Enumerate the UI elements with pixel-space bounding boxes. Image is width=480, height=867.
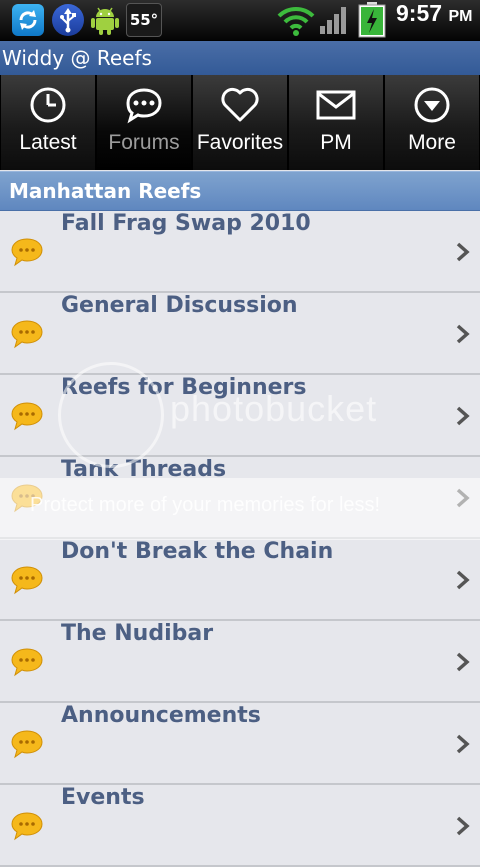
tab-more[interactable]: More (385, 75, 479, 170)
tab-bar: Latest Forums Favorites PM More (0, 75, 480, 170)
watermark-logo: photobucket (170, 388, 378, 429)
status-bar: 55° 7 9:57 PM (0, 0, 480, 41)
chevron-right-icon (456, 816, 470, 836)
chevron-right-icon (456, 242, 470, 262)
watermark-tagline: Protect more of your memories for less! (30, 494, 381, 516)
usb-icon (52, 4, 84, 36)
forum-title: General Discussion (61, 293, 298, 318)
heart-icon (221, 87, 259, 122)
clock-time: 9:57 (396, 0, 443, 26)
tab-latest[interactable]: Latest (1, 75, 95, 170)
chevron-right-icon (456, 734, 470, 754)
section-header: Manhattan Reefs (0, 171, 480, 211)
sync-icon (12, 4, 44, 36)
speech-bubble-icon (11, 238, 43, 267)
list-item[interactable]: Don't Break the Chain (0, 539, 480, 621)
speech-bubble-icon (11, 648, 43, 677)
tab-label: Latest (19, 131, 77, 154)
clock-icon (30, 87, 66, 123)
tab-favorites[interactable]: Favorites (193, 75, 287, 170)
tab-label: Forums (108, 131, 180, 154)
chevron-right-icon (456, 406, 470, 426)
clock: 9:57 PM (396, 0, 472, 40)
clock-ampm: PM (448, 8, 473, 25)
speech-bubble-icon (11, 566, 43, 595)
envelope-icon (316, 90, 356, 120)
tab-label: PM (320, 131, 352, 154)
title-bar: Widdy @ Reefs (0, 41, 480, 75)
temperature-text: 55° (129, 11, 159, 29)
app-title: Widdy @ Reefs (2, 46, 152, 70)
speech-bubble-icon (11, 402, 43, 431)
list-item[interactable]: Events (0, 785, 480, 867)
chevron-right-icon (456, 324, 470, 344)
list-item[interactable]: General Discussion (0, 293, 480, 375)
list-item[interactable]: Announcements (0, 703, 480, 785)
android-icon (88, 4, 122, 36)
signal-icon (318, 4, 350, 36)
tab-pm[interactable]: PM (289, 75, 383, 170)
wifi-icon (276, 4, 316, 38)
list-item[interactable]: The Nudibar (0, 621, 480, 703)
chat-bubble-icon (126, 88, 162, 124)
battery-icon: 7 (356, 2, 388, 38)
speech-bubble-icon (11, 812, 43, 841)
weather-icon: 55° (126, 3, 162, 37)
watermark-circle (58, 362, 164, 468)
more-arrow-icon (414, 87, 450, 123)
speech-bubble-icon (11, 320, 43, 349)
list-item[interactable]: Fall Frag Swap 2010 (0, 211, 480, 293)
forum-title: Events (61, 785, 145, 810)
forum-title: The Nudibar (61, 621, 214, 646)
chevron-right-icon (456, 652, 470, 672)
speech-bubble-icon (11, 730, 43, 759)
tab-forums[interactable]: Forums (97, 75, 191, 170)
forum-title: Announcements (61, 703, 261, 728)
tab-label: More (408, 131, 456, 154)
forum-title: Don't Break the Chain (61, 539, 334, 564)
forum-title: Fall Frag Swap 2010 (61, 211, 311, 236)
section-title: Manhattan Reefs (9, 179, 202, 203)
tab-label: Favorites (196, 131, 284, 154)
chevron-right-icon (456, 570, 470, 590)
